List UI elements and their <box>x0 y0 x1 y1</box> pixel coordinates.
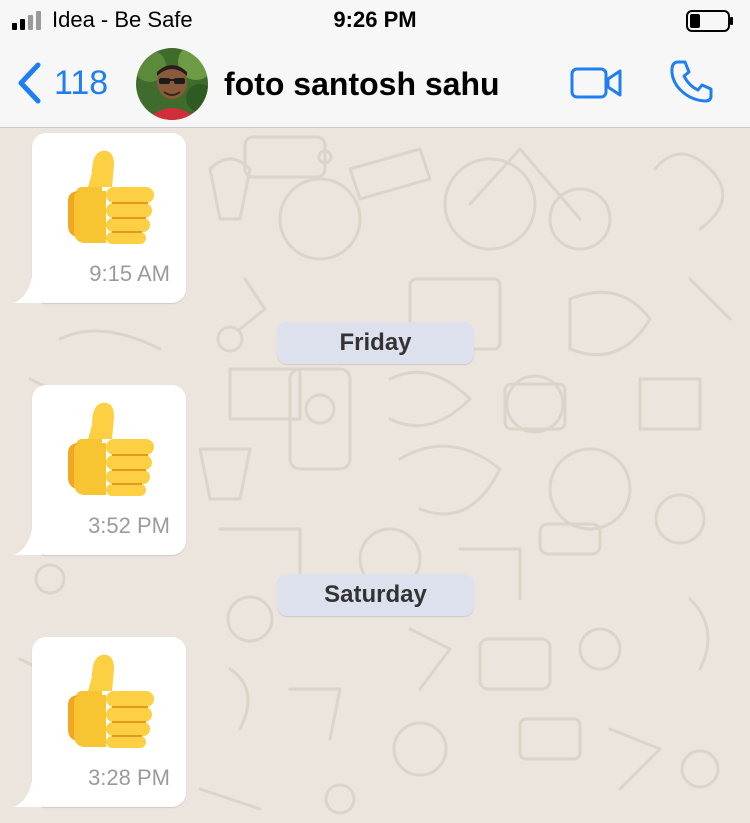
chat-header: 118 foto santosh sahu <box>0 40 750 128</box>
contact-name[interactable]: foto santosh sahu <box>224 66 500 103</box>
message-timestamp: 3:52 PM <box>88 513 170 538</box>
back-button-unread-count[interactable]: 118 <box>54 64 108 103</box>
message-bubble[interactable]: 3:52 PM <box>14 385 186 555</box>
avatar[interactable] <box>136 48 208 120</box>
chevron-left-icon[interactable] <box>16 62 42 104</box>
date-separator: Friday <box>277 322 474 364</box>
message-timestamp: 3:28 PM <box>88 765 170 790</box>
message-bubble[interactable]: 9:15 AM <box>14 133 186 303</box>
bubble-tail <box>14 529 42 555</box>
battery-icon <box>686 10 733 32</box>
status-time: 9:26 PM <box>333 7 417 32</box>
thumbs-up-emoji-icon <box>68 150 154 244</box>
bubble-tail <box>14 781 42 807</box>
thumbs-up-emoji-icon <box>68 654 154 748</box>
bubble-tail <box>14 277 42 303</box>
message-timestamp: 9:15 AM <box>89 261 170 286</box>
status-bar: Idea - Be Safe 9:26 PM <box>0 0 750 40</box>
video-call-icon[interactable] <box>570 66 622 100</box>
thumbs-up-emoji-icon <box>68 402 154 496</box>
phone-icon[interactable] <box>668 58 714 104</box>
message-bubble[interactable]: 3:28 PM <box>14 637 186 807</box>
date-separator: Saturday <box>277 574 474 616</box>
message-list[interactable]: 9:15 AM Friday 3:52 PM Saturday 3:28 PM <box>0 129 750 823</box>
